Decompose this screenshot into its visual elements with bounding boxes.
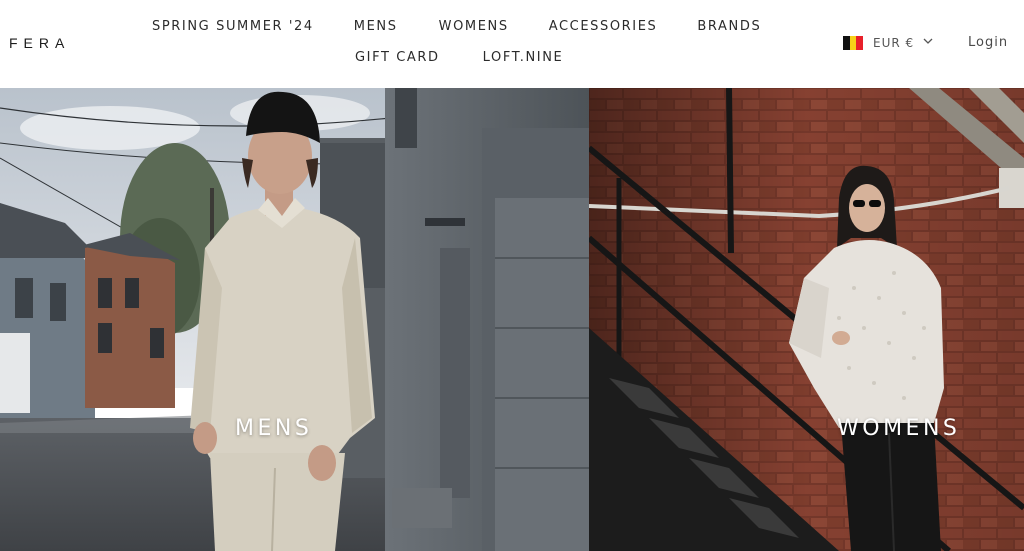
currency-selector[interactable]: EUR € — [843, 36, 933, 50]
main-nav-row-1: SPRING SUMMER '24 MENS WOMENS ACCESSORIE… — [152, 19, 761, 34]
mens-hero-label[interactable]: MENS — [235, 416, 312, 441]
nav-spring-summer-24[interactable]: SPRING SUMMER '24 — [152, 19, 314, 34]
mens-hero-image — [0, 88, 589, 551]
nav-brands[interactable]: BRANDS — [697, 19, 761, 34]
nav-accessories[interactable]: ACCESSORIES — [549, 19, 658, 34]
login-link[interactable]: Login — [968, 35, 1008, 50]
mens-hero-panel[interactable]: MENS — [0, 88, 589, 551]
nav-loft-nine[interactable]: LOFT.NINE — [483, 50, 564, 65]
currency-label: EUR € — [873, 36, 915, 50]
nav-mens[interactable]: MENS — [354, 19, 398, 34]
site-logo[interactable]: FERA — [9, 35, 70, 51]
chevron-down-icon — [923, 38, 933, 44]
womens-hero-label[interactable]: WOMENS — [837, 416, 960, 441]
main-nav-row-2: GIFT CARD LOFT.NINE — [355, 50, 563, 65]
womens-hero-panel[interactable]: WOMENS — [589, 88, 1024, 551]
nav-gift-card[interactable]: GIFT CARD — [355, 50, 440, 65]
womens-hero-image — [589, 88, 1024, 551]
belgium-flag-icon — [843, 36, 864, 50]
hero-section: MENS WOMENS — [0, 88, 1024, 551]
nav-womens[interactable]: WOMENS — [439, 19, 509, 34]
site-header: FERA SPRING SUMMER '24 MENS WOMENS ACCES… — [0, 0, 1024, 88]
